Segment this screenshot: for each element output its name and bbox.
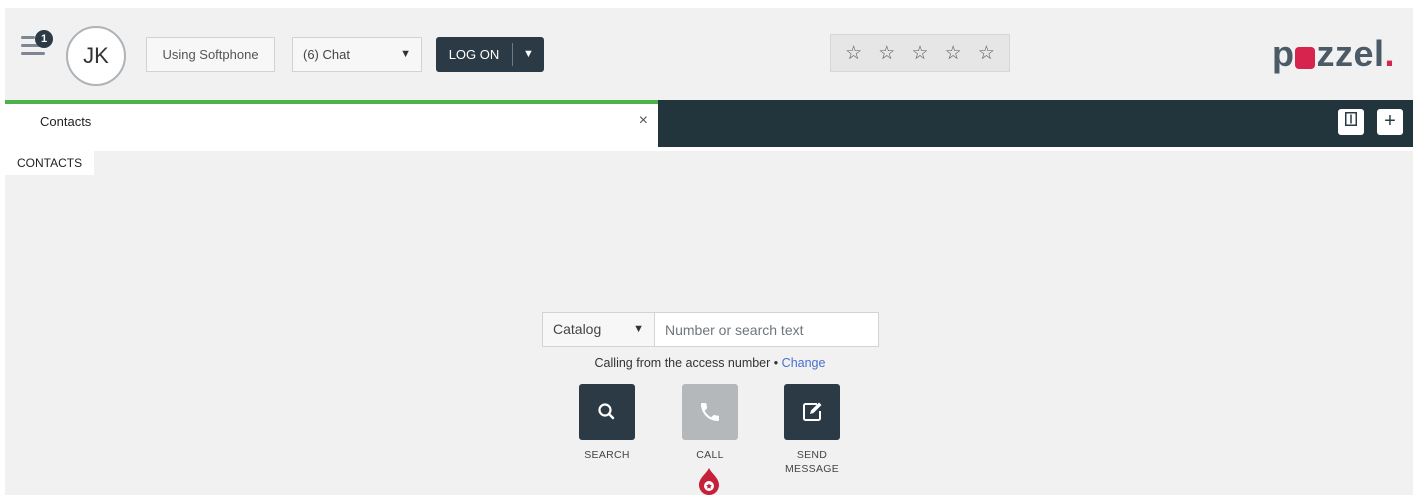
call-caption: CALL — [696, 449, 724, 461]
notification-badge: 1 — [35, 30, 53, 48]
search-row: Catalog ▼ — [542, 312, 879, 347]
tab-contacts[interactable]: Contacts × — [5, 100, 658, 147]
logon-label: LOG ON — [448, 47, 500, 62]
search-icon — [598, 403, 615, 420]
contacts-panel: CONTACTS Catalog ▼ Calling from the acce… — [5, 151, 1413, 495]
catalog-select[interactable]: Catalog ▼ — [543, 313, 655, 346]
split-view-icon — [1345, 112, 1357, 126]
tab-bar: Contacts × + — [5, 100, 1413, 147]
calling-from-text: Calling from the access number • Change — [545, 356, 875, 370]
split-view-button[interactable] — [1338, 109, 1364, 135]
close-icon[interactable]: × — [639, 112, 648, 130]
compose-icon — [803, 402, 822, 421]
plus-icon: + — [1384, 110, 1396, 132]
star-icon[interactable]: ☆ — [978, 42, 995, 65]
avatar[interactable]: JK — [66, 26, 126, 86]
send-message-button[interactable] — [784, 384, 840, 440]
call-button[interactable] — [682, 384, 738, 440]
logon-button[interactable]: LOG ON ▼ — [436, 37, 544, 72]
catalog-select-value: Catalog — [553, 321, 602, 337]
caret-down-icon: ▼ — [400, 48, 411, 60]
add-tab-button[interactable]: + — [1377, 109, 1403, 135]
chat-queue-select[interactable]: (6) Chat ▼ — [292, 37, 422, 72]
softphone-button[interactable]: Using Softphone — [146, 37, 275, 72]
search-caption: SEARCH — [584, 449, 630, 461]
caret-down-icon[interactable]: ▼ — [513, 37, 544, 72]
star-icon[interactable]: ☆ — [845, 42, 862, 65]
star-icon[interactable]: ☆ — [945, 42, 962, 65]
location-pin-icon — [699, 468, 719, 495]
caret-down-icon: ▼ — [633, 323, 644, 335]
search-button[interactable] — [579, 384, 635, 440]
logo-u-mark — [1295, 47, 1316, 69]
send-message-action[interactable]: SEND MESSAGE — [784, 384, 840, 476]
change-link[interactable]: Change — [782, 356, 826, 370]
call-action[interactable]: CALL — [682, 384, 738, 462]
star-icon[interactable]: ☆ — [911, 42, 928, 65]
star-icon[interactable]: ☆ — [878, 42, 895, 65]
menu-button[interactable]: 1 — [21, 30, 55, 64]
rating-stars: ☆ ☆ ☆ ☆ ☆ — [830, 34, 1010, 72]
chat-queue-select-value: (6) Chat — [303, 47, 350, 62]
calling-text: Calling from the access number — [594, 356, 771, 370]
phone-icon — [701, 403, 719, 421]
search-action[interactable]: SEARCH — [579, 384, 635, 462]
separator-dot: • — [773, 356, 779, 370]
send-message-caption: SEND MESSAGE — [784, 449, 840, 475]
puzzel-logo: p zzel. — [1271, 33, 1395, 74]
top-bar: 1 JK Using Softphone (6) Chat ▼ LOG ON ▼… — [5, 8, 1413, 100]
search-input[interactable] — [656, 313, 878, 346]
section-title: CONTACTS — [5, 151, 94, 175]
tab-label: Contacts — [40, 114, 92, 129]
